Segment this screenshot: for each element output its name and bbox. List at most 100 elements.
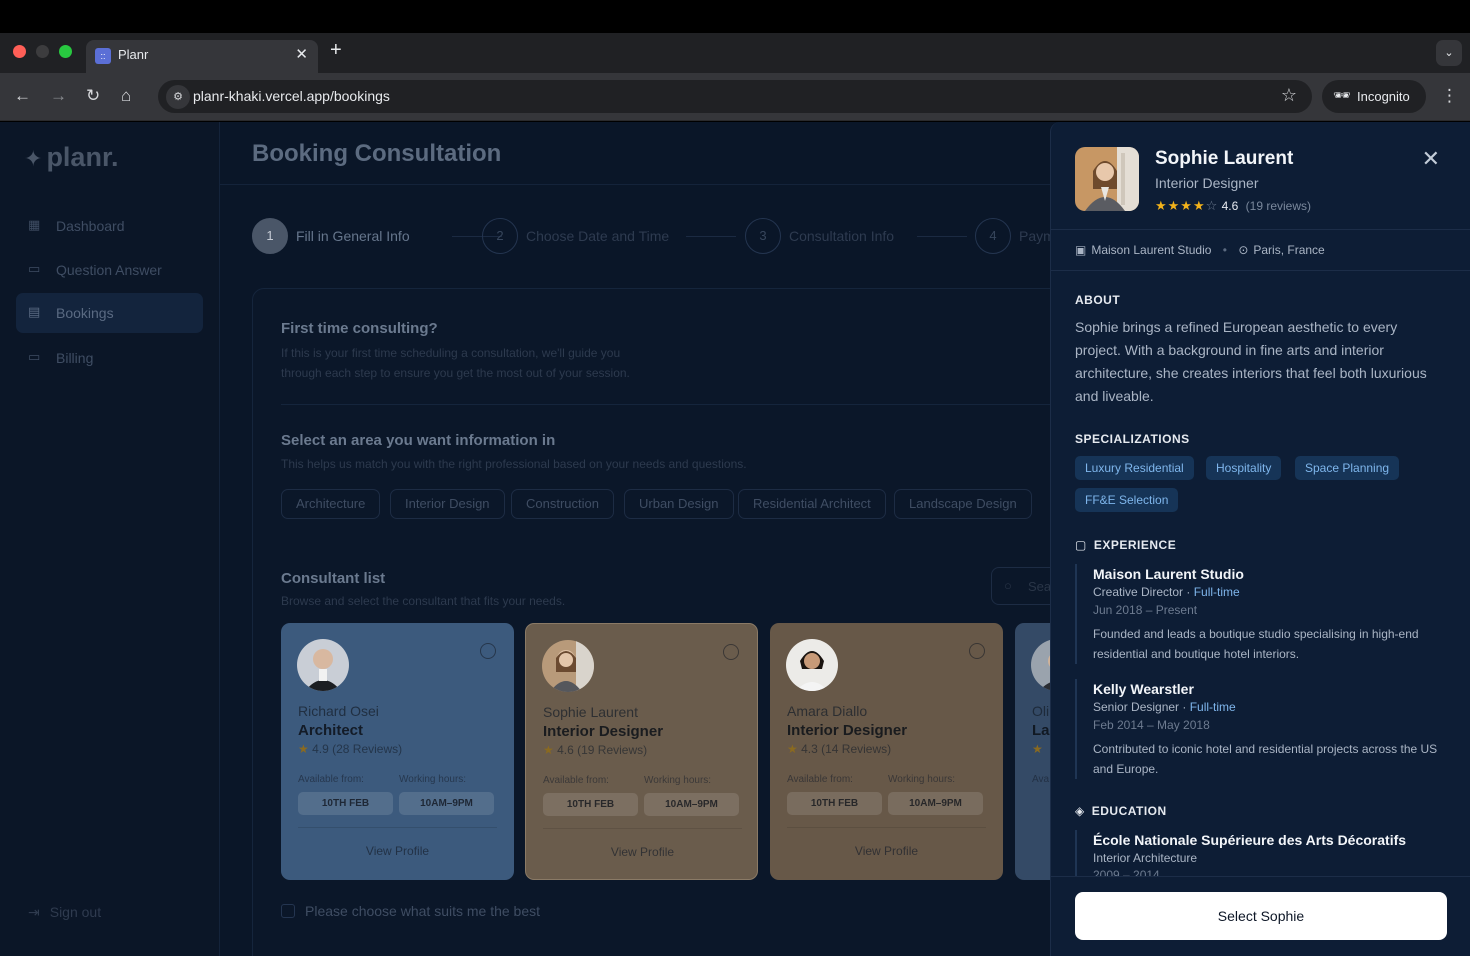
area-chip-interior-design[interactable]: Interior Design <box>390 489 505 519</box>
consultant-profile-drawer: Sophie Laurent Interior Designer ★★★★☆ 4… <box>1050 122 1470 956</box>
consultant-select-radio[interactable] <box>969 643 985 659</box>
specialization-tag: FF&E Selection <box>1075 488 1179 512</box>
area-chip-architecture[interactable]: Architecture <box>281 489 381 519</box>
step-connector <box>686 236 736 237</box>
step-label: Fill in General Info <box>296 228 410 244</box>
home-icon[interactable]: ⌂ <box>121 86 131 106</box>
experience-timeline-bar <box>1075 564 1077 664</box>
education-heading: ◈ EDUCATION <box>1075 804 1167 818</box>
sidebar-item-label: Dashboard <box>56 218 125 234</box>
sidebar-item-bookings[interactable]: ▤ Bookings <box>16 293 203 333</box>
reload-icon[interactable]: ↻ <box>86 86 100 106</box>
area-chip-residential-architect[interactable]: Residential Architect <box>738 489 886 519</box>
card-divider <box>787 827 986 828</box>
briefcase-icon: ▢ <box>1075 538 1087 552</box>
experience-org: Maison Laurent Studio <box>1093 566 1244 582</box>
consultant-rating: ★ 4.3 (14 Reviews) <box>787 742 891 756</box>
first-time-desc-line: through each step to ensure you get the … <box>281 366 630 380</box>
close-tab-icon[interactable]: ✕ <box>295 45 308 63</box>
rating-stars-icon: ★★★★ <box>1155 198 1206 213</box>
incognito-badge[interactable]: 🕶 Incognito <box>1322 80 1426 113</box>
working-hours-label: Working hours: <box>644 775 712 786</box>
url-text[interactable]: planr-khaki.vercel.app/bookings <box>193 88 390 104</box>
area-chip-construction[interactable]: Construction <box>511 489 614 519</box>
experience-timeline-bar <box>1075 679 1077 779</box>
select-consultant-button[interactable]: Select Sophie <box>1075 892 1447 940</box>
consultant-select-radio[interactable] <box>723 644 739 660</box>
view-profile-link[interactable]: View Profile <box>770 844 1003 858</box>
specialization-tag: Hospitality <box>1206 456 1282 480</box>
sidebar-item-dashboard[interactable]: ▦ Dashboard <box>16 206 203 246</box>
minimize-window-button[interactable] <box>36 45 49 58</box>
step-label: Choose Date and Time <box>526 228 670 244</box>
search-icon: ○ <box>1004 578 1012 593</box>
working-hours: 10AM–9PM <box>644 793 739 816</box>
experience-role-text: Senior Designer <box>1093 700 1180 714</box>
sidebar-item-label: Question Answer <box>56 262 162 278</box>
experience-org: Kelly Wearstler <box>1093 681 1194 697</box>
sidebar-item-billing[interactable]: ▭ Billing <box>16 338 203 378</box>
consultant-role: Architect <box>298 722 364 739</box>
drawer-divider <box>1051 270 1470 271</box>
logo[interactable]: ✦ planr. <box>24 142 118 173</box>
sidebar-item-label: Billing <box>56 350 94 366</box>
profile-title: Interior Designer <box>1155 175 1259 191</box>
first-time-desc-line: If this is your first time scheduling a … <box>281 346 621 360</box>
sign-out-icon: ⇥ <box>28 904 40 920</box>
choose-best-checkbox[interactable]: Please choose what suits me the best <box>281 903 540 919</box>
card-divider <box>298 827 497 828</box>
consultant-card-amara-diallo[interactable]: Amara Diallo Interior Designer ★ 4.3 (14… <box>770 623 1003 880</box>
planr-favicon-icon: :: <box>95 48 111 64</box>
consultant-rating: ★ 4.6 (19 Reviews) <box>543 743 647 757</box>
browser-tab[interactable]: :: Planr ✕ <box>86 40 318 73</box>
consultant-avatar <box>786 639 838 691</box>
consultant-list-desc: Browse and select the consultant that fi… <box>281 594 566 608</box>
sign-out-label: Sign out <box>49 904 102 920</box>
profile-studio: Maison Laurent Studio <box>1091 243 1212 257</box>
area-chip-urban-design[interactable]: Urban Design <box>624 489 734 519</box>
new-tab-icon[interactable]: + <box>330 39 342 62</box>
calendar-icon: ▤ <box>28 304 41 319</box>
card-divider <box>543 828 742 829</box>
about-text: Sophie brings a refined European aesthet… <box>1075 319 1427 404</box>
graduation-cap-icon: ◈ <box>1075 804 1085 818</box>
forward-icon[interactable]: → <box>50 86 67 106</box>
address-bar[interactable]: ⚙ planr-khaki.vercel.app/bookings ☆ <box>158 80 1312 113</box>
close-drawer-icon[interactable]: ✕ <box>1422 146 1440 172</box>
view-profile-link[interactable]: View Profile <box>281 844 514 858</box>
maximize-window-button[interactable] <box>59 45 72 58</box>
available-from-label: Ava <box>1032 774 1050 785</box>
consultant-role: Interior Designer <box>787 722 908 739</box>
consultant-card-richard-osei[interactable]: Richard Osei Architect ★ 4.9 (28 Reviews… <box>281 623 514 880</box>
experience-dates: Jun 2018 – Present <box>1093 603 1198 617</box>
sidebar: ✦ planr. ▦ Dashboard ▭ Question Answer ▤ … <box>0 122 220 956</box>
consultant-name: Richard Osei <box>298 703 379 719</box>
page-title: Booking Consultation <box>252 140 502 167</box>
education-field: Interior Architecture <box>1093 851 1198 865</box>
bookmark-star-icon[interactable]: ☆ <box>1281 85 1297 106</box>
browser-tab-bar: :: Planr ✕ + ⌄ <box>0 33 1470 73</box>
app-root: ✦ planr. ▦ Dashboard ▭ Question Answer ▤ … <box>0 122 1470 956</box>
step-number: 1 <box>252 218 288 254</box>
site-info-icon[interactable]: ⚙ <box>166 85 190 109</box>
back-icon[interactable]: ← <box>14 86 31 106</box>
sign-out-button[interactable]: ⇥ Sign out <box>28 904 101 921</box>
browser-menu-icon[interactable]: ⋮ <box>1441 86 1458 106</box>
available-from-label: Available from: <box>543 775 609 786</box>
sidebar-item-question-answer[interactable]: ▭ Question Answer <box>16 250 203 290</box>
experience-type: Full-time <box>1189 700 1236 714</box>
consultant-select-radio[interactable] <box>480 643 496 659</box>
experience-dates: Feb 2014 – May 2018 <box>1093 718 1210 732</box>
consultant-rating: ★ <box>1032 742 1043 756</box>
consultant-list-title: Consultant list <box>281 570 386 587</box>
area-chip-landscape-design[interactable]: Landscape Design <box>894 489 1032 519</box>
consultant-rating-text: 4.6 (19 Reviews) <box>557 743 648 757</box>
rating-empty-star-icon: ☆ <box>1205 198 1219 213</box>
tab-search-chevron-icon[interactable]: ⌄ <box>1436 40 1462 66</box>
close-window-button[interactable] <box>13 45 26 58</box>
sidebar-item-label: Bookings <box>56 305 114 321</box>
specialization-tag: Space Planning <box>1295 456 1400 480</box>
view-profile-link[interactable]: View Profile <box>526 845 759 859</box>
consultant-card-sophie-laurent[interactable]: Sophie Laurent Interior Designer ★ 4.6 (… <box>525 623 758 880</box>
rating-value: 4.6 <box>1221 199 1239 213</box>
